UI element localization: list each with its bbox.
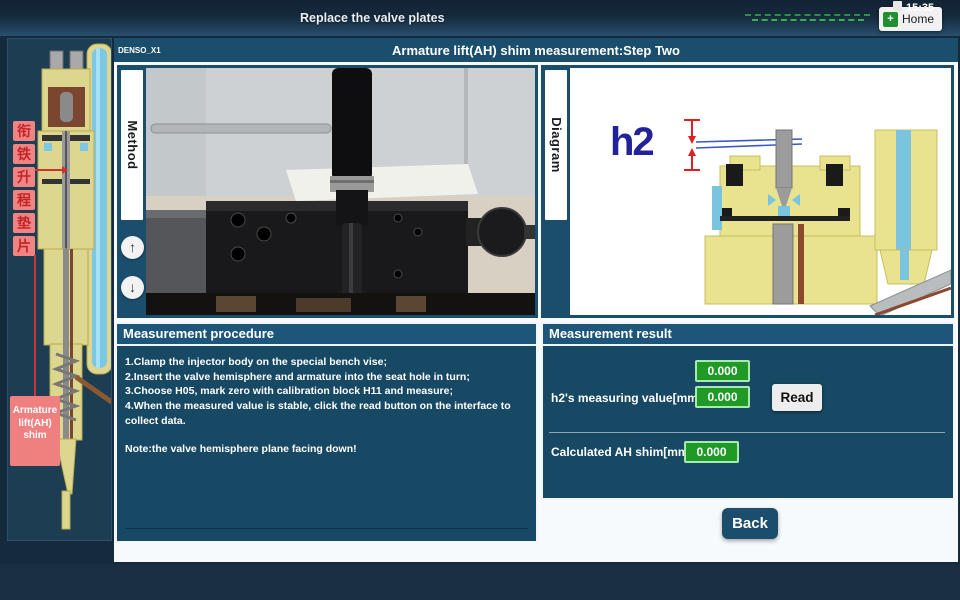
procedure-step: 4.When the measured value is stable, cli… xyxy=(125,399,528,428)
measurement-fixture-photo xyxy=(146,68,535,315)
spacer xyxy=(125,428,528,442)
chinese-label-char: 垫 xyxy=(13,213,35,233)
diagram-rail: Diagram xyxy=(544,68,570,315)
chinese-label-char: 铁 xyxy=(13,144,35,164)
h2-annotation: h2 xyxy=(610,120,653,165)
h2-value-field-1: 0.000 xyxy=(695,360,750,382)
h2-value-label: h2's measuring value[mm] xyxy=(551,391,702,405)
injector-illustration-panel: 衔 铁 升 程 垫 片 Armature lift(AH) shim xyxy=(7,38,112,541)
chinese-label-char: 衔 xyxy=(13,121,35,141)
divider xyxy=(549,432,945,433)
battery-icon xyxy=(893,1,902,11)
scroll-down-button[interactable]: ↓ xyxy=(121,276,144,299)
result-body: h2's measuring value[mm] 0.000 0.000 Rea… xyxy=(543,346,953,498)
result-header: Measurement result xyxy=(543,324,953,346)
read-button[interactable]: Read xyxy=(772,384,822,411)
diagram-tab[interactable]: Diagram xyxy=(545,70,567,220)
h2-value-field-2: 0.000 xyxy=(695,386,750,408)
status-dashes-icon xyxy=(745,14,870,16)
step-header-bar: DENSO_X1 Armature lift(AH) shim measurem… xyxy=(114,38,958,62)
method-panel: Method ↑ ↓ xyxy=(117,65,538,318)
chinese-label-char: 片 xyxy=(13,236,35,256)
status-underline-icon xyxy=(752,19,864,21)
method-tab[interactable]: Method xyxy=(121,70,143,220)
pointer-line xyxy=(34,255,36,396)
home-icon: + xyxy=(883,12,898,27)
measurement-result-panel: Measurement result h2's measuring value[… xyxy=(541,322,955,500)
main-content: DENSO_X1 Armature lift(AH) shim measurem… xyxy=(114,38,958,562)
pointer-line xyxy=(35,169,63,171)
measurement-procedure-panel: Measurement procedure 1.Clamp the inject… xyxy=(115,322,538,543)
calculated-shim-label: Calculated AH shim[mm] xyxy=(551,445,693,459)
step-title: Armature lift(AH) shim measurement:Step … xyxy=(114,43,958,58)
android-nav-bar: Language EingLish ▼ xyxy=(0,564,960,600)
home-button-label: Home xyxy=(902,12,934,26)
procedure-step: 3.Choose H05, mark zero with calibration… xyxy=(125,384,528,399)
scroll-up-button[interactable]: ↑ xyxy=(121,236,144,259)
procedure-step: 2.Insert the valve hemisphere and armatu… xyxy=(125,370,528,385)
method-tab-label: Method xyxy=(121,70,143,220)
diagram-panel: Diagram xyxy=(541,65,954,318)
diagram-tab-label: Diagram xyxy=(545,70,567,220)
top-bar: Replace the valve plates + Home 15:35 xyxy=(0,0,960,36)
procedure-note: Note:the valve hemisphere plane facing d… xyxy=(125,442,528,457)
armature-shim-label: Armature lift(AH) shim xyxy=(10,396,60,466)
procedure-step: 1.Clamp the injector body on the special… xyxy=(125,355,528,370)
procedure-text: 1.Clamp the injector body on the special… xyxy=(117,346,536,466)
back-button[interactable]: Back xyxy=(722,508,778,539)
h2-measurement-diagram xyxy=(570,68,951,315)
procedure-header: Measurement procedure xyxy=(117,324,536,346)
method-photo xyxy=(146,68,535,315)
divider xyxy=(125,528,528,529)
chinese-label-char: 升 xyxy=(13,167,35,187)
method-rail: Method ↑ ↓ xyxy=(120,68,146,315)
chinese-label-char: 程 xyxy=(13,190,35,210)
calculated-shim-field: 0.000 xyxy=(684,441,739,463)
clock: 15:35 xyxy=(906,2,934,14)
diagram-image: h2 xyxy=(570,68,951,315)
page-title: Replace the valve plates xyxy=(300,11,445,25)
